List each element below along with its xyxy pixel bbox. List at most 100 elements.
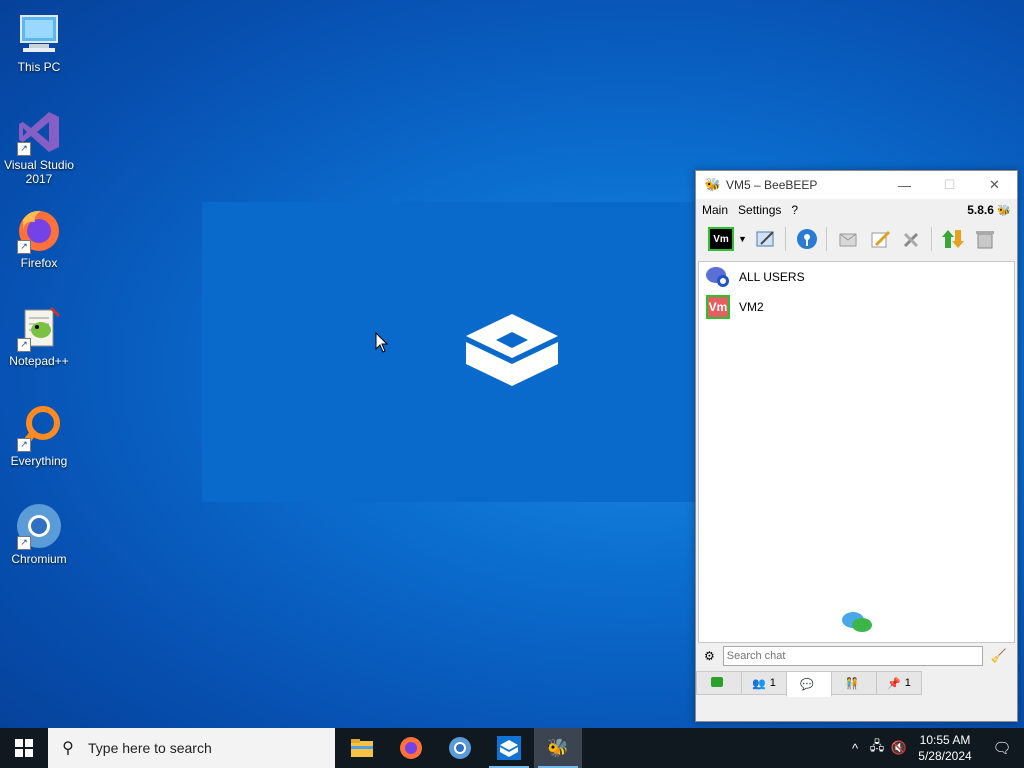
menu-bar: Main Settings ? 5.8.6 🐝 [696,199,1017,221]
desktop-icon-notepad-plus-plus[interactable]: ↗ Notepad++ [4,304,74,368]
desktop-icon-label: Visual Studio 2017 [4,158,74,186]
notepad-plus-plus-icon: ↗ [15,304,63,352]
taskbar-firefox[interactable] [387,728,435,768]
bee-icon: 🐝 [704,177,722,192]
taskbar: ⚲ Type here to search 🐝 ^ 🖧 🔇 10:55 AM 5… [0,728,1024,768]
sandbox-logo-icon [466,314,558,386]
pin-icon: 📌 [887,677,901,690]
chat-item-label: VM2 [739,300,764,314]
chat-bubbles-icon [841,610,873,641]
chat-item-vm2[interactable]: Vm VM2 [699,292,1014,322]
firefox-icon: ↗ [15,206,63,254]
taskbar-search[interactable]: ⚲ Type here to search [48,728,335,768]
user-status-button[interactable]: Vm ▼ [708,226,747,252]
chat-search-bar: ⚙ 🧹 [698,643,1013,669]
notification-icon[interactable]: 🗨 [980,739,1024,757]
trash-icon [975,231,994,249]
menu-help[interactable]: ? [791,203,798,217]
taskbar-chromium[interactable] [436,728,484,768]
visual-studio-icon: ↗ [15,108,63,156]
desktop-icon-label: This PC [17,60,61,74]
tools-icon [903,232,918,248]
tab-chats[interactable]: 💬 [786,671,832,697]
firefox-icon [400,737,422,759]
desktop-icon-firefox[interactable]: ↗ Firefox [4,206,74,270]
network-icon[interactable]: 🖧 [866,737,888,759]
desktop-icon-visual-studio[interactable]: ↗ Visual Studio 2017 [4,108,74,186]
bee-icon: 🐝 [997,205,1011,217]
shortcut-arrow-icon: ↗ [17,438,31,452]
shortcut-arrow-icon: ↗ [17,142,31,156]
clear-brush-icon[interactable]: 🧹 [991,648,1007,664]
start-button[interactable] [0,728,48,768]
search-icon: ⚲ [62,740,74,757]
chat-item-label: ALL USERS [739,270,805,284]
tab-users[interactable] [696,671,742,695]
trash-button[interactable] [972,226,998,252]
folder-icon [351,739,373,757]
search-chat-input[interactable] [722,646,983,666]
menu-settings[interactable]: Settings [738,203,781,217]
mouse-cursor-icon [375,331,389,359]
toolbar: Vm ▼ [696,221,1017,257]
tab-shares[interactable]: 🧑‍🤝‍🧑 [831,671,877,695]
desktop-icon-label: Everything [10,454,68,468]
taskbar-file-explorer[interactable] [338,728,386,768]
desktop-icon-everything[interactable]: ↗ Everything [4,404,74,468]
windows-logo-icon [15,739,33,757]
update-button[interactable] [940,226,966,252]
clock-date: 5/28/2024 [918,749,972,763]
sandbox-splash [202,202,696,502]
share-icon: 🧑‍🤝‍🧑 [845,677,859,690]
update-arrows-icon [941,230,964,248]
user-avatar: Vm [708,227,734,251]
desktop-icon-label: Notepad++ [9,354,69,368]
desktop-icon-chromium[interactable]: ↗ Chromium [4,502,74,566]
desktop-icon-this-pc[interactable]: This PC [4,10,74,74]
network-globe-icon: ⚙ [704,649,715,663]
shortcut-arrow-icon: ↗ [17,240,31,254]
toolbar-separator [825,227,827,251]
broadcast-icon [796,229,817,249]
network-button[interactable] [794,226,820,252]
group-icon: 👥 [752,677,766,690]
chevron-up-icon[interactable]: ^ [844,741,866,756]
taskbar-search-placeholder: Type here to search [88,740,212,756]
envelope-icon [839,233,857,247]
send-file-button[interactable] [835,226,861,252]
desktop-icon-label: Chromium [11,552,67,566]
taskbar-beebeep[interactable]: 🐝 [534,728,582,768]
clock[interactable]: 10:55 AM 5/28/2024 [910,732,980,764]
profile-edit-icon [756,231,774,247]
desktop-icon-label: Firefox [20,256,58,270]
clock-time: 10:55 AM [919,733,971,747]
note-pencil-icon [871,230,890,248]
sandbox-icon [497,736,521,760]
shortcut-arrow-icon: ↗ [17,338,31,352]
close-button[interactable]: ✕ [972,177,1017,193]
window-titlebar[interactable]: 🐝 VM5 – BeeBEEP — ☐ ✕ [696,171,1017,199]
minimize-button[interactable]: — [882,178,927,193]
toolbar-separator [930,227,932,251]
write-message-button[interactable] [867,226,893,252]
chevron-down-icon: ▼ [738,234,747,244]
maximize-button[interactable]: ☐ [927,177,972,193]
computer-icon [15,10,63,58]
toolbar-separator [784,227,786,251]
chat-icon: 💬 [800,678,814,691]
group-chat-icon [705,265,731,289]
tab-log[interactable]: 📌 1 [876,671,922,695]
tab-groups[interactable]: 👥 1 [741,671,787,695]
volume-muted-icon[interactable]: 🔇 [888,740,910,756]
tools-button[interactable] [899,226,925,252]
user-avatar: Vm [705,295,731,319]
taskbar-sandbox[interactable] [485,728,533,768]
everything-search-icon: ↗ [15,404,63,452]
shortcut-arrow-icon: ↗ [17,536,31,550]
menu-main[interactable]: Main [702,203,728,217]
chromium-icon: ↗ [15,502,63,550]
version-label: 5.8.6 🐝 [967,203,1011,217]
chat-item-all-users[interactable]: ALL USERS [699,262,1014,292]
chromium-icon [449,737,471,759]
edit-profile-button[interactable] [753,226,779,252]
